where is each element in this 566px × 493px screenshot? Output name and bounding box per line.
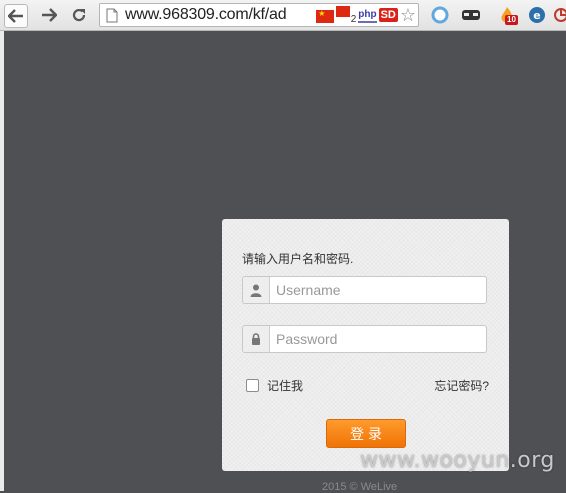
extension-circle-icon[interactable] bbox=[430, 5, 450, 25]
username-addon bbox=[243, 277, 270, 303]
page-icon bbox=[106, 8, 118, 23]
login-panel: 请输入用户名和密码. 记住我 忘记密码? 登录 bbox=[222, 219, 509, 471]
username-field[interactable] bbox=[242, 276, 487, 304]
copyright-text: 2015 © WeLive bbox=[322, 481, 398, 493]
login-button[interactable]: 登录 bbox=[326, 419, 406, 448]
password-addon bbox=[243, 326, 270, 352]
arrow-right-icon bbox=[42, 8, 57, 22]
forgot-password-link[interactable]: 忘记密码? bbox=[434, 377, 489, 394]
sd-icon[interactable]: SD bbox=[378, 8, 398, 22]
china-flag-badge-icon[interactable]: 2 bbox=[336, 6, 357, 25]
extension-badge: 10 bbox=[505, 15, 518, 25]
star-icon[interactable]: ☆ bbox=[400, 6, 416, 24]
password-input[interactable] bbox=[270, 326, 486, 352]
lock-icon bbox=[252, 333, 260, 345]
reload-icon bbox=[72, 8, 86, 22]
address-bar-icons: ★ 2 php SD ☆ bbox=[316, 6, 416, 25]
browser-toolbar: www.968309.com/kf/ad ★ 2 php SD ☆ 10 e bbox=[0, 0, 566, 31]
back-button[interactable] bbox=[4, 4, 28, 28]
login-prompt: 请输入用户名和密码. bbox=[242, 252, 354, 266]
flag-badge-count: 2 bbox=[350, 14, 357, 25]
password-field[interactable] bbox=[242, 325, 487, 353]
watermark: www.wooyun.org bbox=[360, 448, 555, 473]
remember-label[interactable]: 记住我 bbox=[267, 377, 303, 394]
arrow-left-icon bbox=[8, 9, 23, 23]
extension-e-icon[interactable]: e bbox=[527, 5, 547, 25]
remember-me[interactable]: 记住我 bbox=[246, 377, 303, 394]
remember-checkbox[interactable] bbox=[246, 379, 259, 392]
china-flag-icon[interactable]: ★ bbox=[316, 9, 335, 23]
php-icon[interactable]: php bbox=[358, 9, 377, 23]
username-input[interactable] bbox=[270, 277, 486, 303]
forward-button[interactable] bbox=[38, 4, 60, 26]
page-left-strip bbox=[0, 31, 4, 491]
menu-icon[interactable] bbox=[551, 5, 566, 25]
user-icon bbox=[250, 284, 262, 297]
reload-button[interactable] bbox=[68, 4, 90, 26]
address-bar[interactable]: www.968309.com/kf/ad ★ 2 php SD ☆ bbox=[99, 3, 419, 27]
extension-mask-icon[interactable] bbox=[461, 5, 481, 25]
url-text[interactable]: www.968309.com/kf/ad bbox=[125, 6, 287, 24]
svg-text:e: e bbox=[533, 9, 540, 22]
extension-fire-icon[interactable]: 10 bbox=[497, 5, 518, 25]
